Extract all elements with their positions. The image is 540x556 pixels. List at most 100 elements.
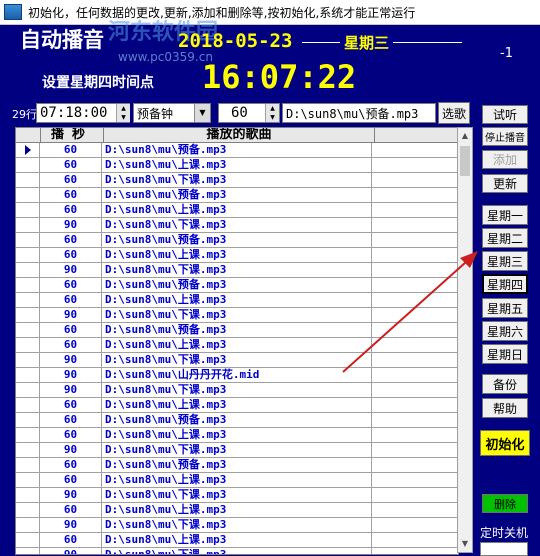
current-weekday: 星期三 — [340, 32, 394, 53]
table-row[interactable]: 90 D:\sun8\mu\山丹丹开花.mid — [16, 368, 458, 383]
row-selector[interactable] — [16, 368, 40, 382]
help-button[interactable]: 帮助 — [482, 398, 528, 418]
cell-seconds: 60 — [40, 248, 102, 262]
table-row[interactable]: 90 D:\sun8\mu\下课.mp3 — [16, 548, 458, 554]
row-selector[interactable] — [16, 278, 40, 292]
cell-song: D:\sun8\mu\预备.mp3 — [102, 233, 372, 247]
song-path-input[interactable]: D:\sun8\mu\预备.mp3 — [282, 103, 436, 123]
row-selector[interactable] — [16, 473, 40, 487]
wednesday-button[interactable]: 星期三 — [482, 251, 528, 271]
shutdown-input[interactable] — [480, 542, 528, 556]
table-scrollbar[interactable]: ▲ ▼ — [457, 127, 473, 553]
stop-button[interactable]: 停止播音 — [482, 127, 528, 146]
scroll-up-icon[interactable]: ▲ — [458, 128, 472, 144]
update-button[interactable]: 更新 — [482, 174, 528, 193]
cell-seconds: 60 — [40, 233, 102, 247]
row-selector[interactable] — [16, 458, 40, 472]
preview-button[interactable]: 试听 — [482, 105, 528, 124]
table-row[interactable]: 90 D:\sun8\mu\下课.mp3 — [16, 308, 458, 323]
row-selector[interactable] — [16, 143, 40, 157]
row-selector[interactable] — [16, 263, 40, 277]
row-selector[interactable] — [16, 518, 40, 532]
select-song-button[interactable]: 选歌 — [438, 102, 470, 124]
table-row[interactable]: 60 D:\sun8\mu\上课.mp3 — [16, 503, 458, 518]
spin-down-icon[interactable]: ▼ — [117, 113, 130, 122]
seconds-stepper[interactable]: ▲ ▼ — [265, 104, 279, 122]
thursday-button[interactable]: 星期四 — [482, 274, 528, 294]
add-button[interactable]: 添加 — [482, 150, 528, 169]
row-selector[interactable] — [16, 338, 40, 352]
table-row[interactable]: 60 D:\sun8\mu\预备.mp3 — [16, 323, 458, 338]
table-row[interactable]: 90 D:\sun8\mu\下课.mp3 — [16, 488, 458, 503]
table-row[interactable]: 60 D:\sun8\mu\预备.mp3 — [16, 413, 458, 428]
row-selector[interactable] — [16, 503, 40, 517]
tuesday-button[interactable]: 星期二 — [482, 228, 528, 248]
scroll-thumb[interactable] — [460, 146, 470, 176]
table-row[interactable]: 60 D:\sun8\mu\上课.mp3 — [16, 398, 458, 413]
row-selector[interactable] — [16, 248, 40, 262]
row-count: 29行 — [12, 108, 37, 121]
initialize-button[interactable]: 初始化 — [480, 430, 530, 456]
row-selector[interactable] — [16, 548, 40, 554]
scroll-down-icon[interactable]: ▼ — [458, 536, 472, 552]
table-row[interactable]: 60 D:\sun8\mu\上课.mp3 — [16, 203, 458, 218]
spin-up-icon[interactable]: ▲ — [266, 104, 279, 113]
friday-button[interactable]: 星期五 — [482, 298, 528, 318]
table-row[interactable]: 60 D:\sun8\mu\上课.mp3 — [16, 293, 458, 308]
table-row[interactable]: 60 D:\sun8\mu\预备.mp3 — [16, 458, 458, 473]
table-row[interactable]: 60 D:\sun8\mu\上课.mp3 — [16, 428, 458, 443]
row-selector[interactable] — [16, 203, 40, 217]
cell-song: D:\sun8\mu\上课.mp3 — [102, 428, 372, 442]
table-row[interactable]: 60 D:\sun8\mu\预备.mp3 — [16, 143, 458, 158]
table-row[interactable]: 60 D:\sun8\mu\预备.mp3 — [16, 233, 458, 248]
table-row[interactable]: 60 D:\sun8\mu\上课.mp3 — [16, 533, 458, 548]
cell-song: D:\sun8\mu\下课.mp3 — [102, 443, 372, 457]
table-row[interactable]: 90 D:\sun8\mu\下课.mp3 — [16, 263, 458, 278]
row-selector[interactable] — [16, 158, 40, 172]
table-row[interactable]: 90 D:\sun8\mu\下课.mp3 — [16, 443, 458, 458]
table-row[interactable]: 90 D:\sun8\mu\下课.mp3 — [16, 383, 458, 398]
spin-down-icon[interactable]: ▼ — [266, 113, 279, 122]
row-selector[interactable] — [16, 398, 40, 412]
table-row[interactable]: 60 D:\sun8\mu\预备.mp3 — [16, 278, 458, 293]
row-selector[interactable] — [16, 533, 40, 547]
cell-seconds: 90 — [40, 488, 102, 502]
row-selector[interactable] — [16, 293, 40, 307]
backup-button[interactable]: 备份 — [482, 374, 528, 394]
row-selector[interactable] — [16, 173, 40, 187]
row-selector[interactable] — [16, 443, 40, 457]
table-row[interactable]: 60 D:\sun8\mu\上课.mp3 — [16, 338, 458, 353]
row-selector[interactable] — [16, 233, 40, 247]
row-selector[interactable] — [16, 488, 40, 502]
saturday-button[interactable]: 星期六 — [482, 321, 528, 341]
time-stepper[interactable]: ▲ ▼ — [116, 104, 130, 122]
table-row[interactable]: 60 D:\sun8\mu\下课.mp3 — [16, 173, 458, 188]
row-selector[interactable] — [16, 383, 40, 397]
row-selector[interactable] — [16, 353, 40, 367]
row-selector[interactable] — [16, 218, 40, 232]
table-row[interactable]: 90 D:\sun8\mu\下课.mp3 — [16, 353, 458, 368]
cell-song: D:\sun8\mu\预备.mp3 — [102, 278, 372, 292]
cell-seconds: 60 — [40, 293, 102, 307]
row-selector[interactable] — [16, 188, 40, 202]
row-selector[interactable] — [16, 308, 40, 322]
table-row[interactable]: 60 D:\sun8\mu\预备.mp3 — [16, 188, 458, 203]
table-row[interactable]: 90 D:\sun8\mu\下课.mp3 — [16, 518, 458, 533]
row-selector[interactable] — [16, 323, 40, 337]
table-row[interactable]: 60 D:\sun8\mu\上课.mp3 — [16, 248, 458, 263]
cell-song: D:\sun8\mu\上课.mp3 — [102, 248, 372, 262]
spin-up-icon[interactable]: ▲ — [117, 104, 130, 113]
table-row[interactable]: 60 D:\sun8\mu\上课.mp3 — [16, 473, 458, 488]
table-row[interactable]: 60 D:\sun8\mu\上课.mp3 — [16, 158, 458, 173]
chevron-down-icon[interactable]: ▼ — [194, 104, 210, 122]
sunday-button[interactable]: 星期日 — [482, 344, 528, 364]
cell-song: D:\sun8\mu\下课.mp3 — [102, 308, 372, 322]
table-row[interactable]: 90 D:\sun8\mu\下课.mp3 — [16, 218, 458, 233]
monday-button[interactable]: 星期一 — [482, 205, 528, 225]
current-row-arrow-icon — [25, 145, 31, 155]
row-selector[interactable] — [16, 413, 40, 427]
delete-button[interactable]: 删除 — [482, 494, 528, 513]
shutdown-label: 定时关机 — [480, 526, 529, 540]
row-selector[interactable] — [16, 428, 40, 442]
cell-seconds: 60 — [40, 188, 102, 202]
